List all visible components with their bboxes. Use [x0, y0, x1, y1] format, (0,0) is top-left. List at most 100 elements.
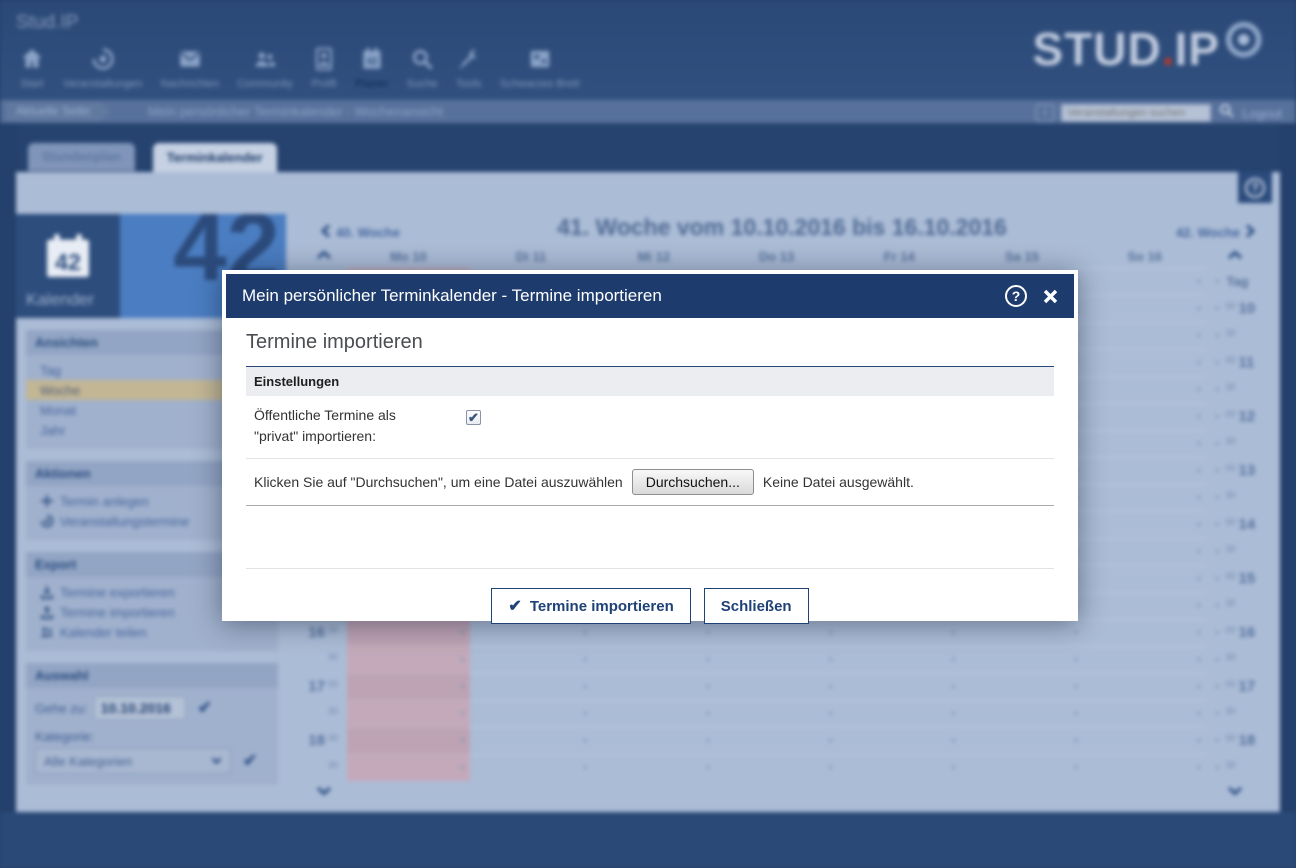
- logout-link[interactable]: Logout: [1242, 106, 1282, 121]
- add-appointment-icon[interactable]: +: [1196, 492, 1202, 504]
- close-icon[interactable]: [1043, 289, 1058, 304]
- add-appointment-icon[interactable]: +: [1214, 492, 1220, 504]
- add-appointment-icon[interactable]: +: [459, 681, 465, 693]
- day-header-mo[interactable]: Mo 10: [347, 249, 470, 264]
- calendar-cell[interactable]: +: [1083, 268, 1206, 295]
- scroll-up-left[interactable]: [300, 247, 347, 265]
- add-appointment-icon[interactable]: +: [1196, 357, 1202, 369]
- calendar-cell[interactable]: +: [838, 727, 961, 754]
- search-scope-icon[interactable]: i: [1036, 104, 1054, 122]
- day-header-so[interactable]: So 16: [1083, 249, 1206, 264]
- calendar-cell[interactable]: +: [1083, 700, 1206, 727]
- add-appointment-icon[interactable]: +: [1196, 708, 1202, 720]
- add-appointment-icon[interactable]: +: [1073, 708, 1079, 720]
- add-appointment-icon[interactable]: +: [1073, 627, 1079, 639]
- calendar-cell[interactable]: +: [1083, 376, 1206, 403]
- add-appointment-icon[interactable]: +: [1214, 519, 1220, 531]
- search-submit-icon[interactable]: [1218, 102, 1235, 124]
- calendar-cell[interactable]: +: [470, 754, 593, 781]
- add-appointment-icon[interactable]: +: [1196, 600, 1202, 612]
- scroll-down-right[interactable]: [1206, 783, 1264, 801]
- calendar-cell[interactable]: +: [838, 754, 961, 781]
- goto-date-input[interactable]: [94, 696, 186, 720]
- calendar-cell[interactable]: +: [961, 754, 1084, 781]
- add-appointment-icon[interactable]: +: [1196, 762, 1202, 774]
- add-appointment-icon[interactable]: +: [1214, 546, 1220, 558]
- add-appointment-icon[interactable]: +: [950, 762, 956, 774]
- nav-schwarzes-brett[interactable]: Schwarzes Brett: [491, 46, 589, 90]
- add-appointment-icon[interactable]: +: [1214, 681, 1220, 693]
- calendar-cell[interactable]: +: [1083, 295, 1206, 322]
- calendar-cell[interactable]: +: [1083, 430, 1206, 457]
- calendar-cell[interactable]: +: [347, 754, 470, 781]
- add-appointment-icon[interactable]: +: [705, 735, 711, 747]
- calendar-cell[interactable]: +: [1083, 565, 1206, 592]
- add-appointment-icon[interactable]: +: [1196, 411, 1202, 423]
- day-header-do[interactable]: Do 13: [715, 249, 838, 264]
- add-appointment-icon[interactable]: +: [827, 681, 833, 693]
- next-week-button[interactable]: 42. Woche: [1176, 224, 1256, 241]
- add-appointment-icon[interactable]: +: [1196, 654, 1202, 666]
- add-appointment-icon[interactable]: +: [1214, 276, 1220, 288]
- add-appointment-icon[interactable]: +: [582, 708, 588, 720]
- add-appointment-icon[interactable]: +: [1196, 303, 1202, 315]
- add-appointment-icon[interactable]: +: [582, 735, 588, 747]
- add-appointment-icon[interactable]: +: [950, 735, 956, 747]
- add-appointment-icon[interactable]: +: [1214, 573, 1220, 585]
- add-appointment-icon[interactable]: +: [827, 735, 833, 747]
- calendar-cell[interactable]: +: [347, 673, 470, 700]
- calendar-cell[interactable]: +: [592, 673, 715, 700]
- add-appointment-icon[interactable]: +: [582, 627, 588, 639]
- goto-submit-icon[interactable]: ✔: [198, 698, 212, 718]
- calendar-cell[interactable]: +: [470, 673, 593, 700]
- add-appointment-icon[interactable]: +: [705, 762, 711, 774]
- add-appointment-icon[interactable]: +: [459, 762, 465, 774]
- add-appointment-icon[interactable]: +: [1073, 762, 1079, 774]
- calendar-cell[interactable]: +: [1083, 511, 1206, 538]
- close-button[interactable]: Schließen: [704, 588, 809, 624]
- calendar-cell[interactable]: +: [1083, 646, 1206, 673]
- add-appointment-icon[interactable]: +: [582, 762, 588, 774]
- add-appointment-icon[interactable]: +: [705, 627, 711, 639]
- import-submit-button[interactable]: ✔ Termine importieren: [491, 588, 690, 624]
- add-appointment-icon[interactable]: +: [1214, 627, 1220, 639]
- calendar-cell[interactable]: +: [592, 727, 715, 754]
- add-appointment-icon[interactable]: +: [1214, 762, 1220, 774]
- add-appointment-icon[interactable]: +: [1073, 681, 1079, 693]
- add-appointment-icon[interactable]: +: [459, 708, 465, 720]
- calendar-cell[interactable]: +: [347, 700, 470, 727]
- add-appointment-icon[interactable]: +: [582, 654, 588, 666]
- add-appointment-icon[interactable]: +: [827, 762, 833, 774]
- add-appointment-icon[interactable]: +: [1214, 357, 1220, 369]
- nav-suche[interactable]: Suche: [397, 46, 446, 90]
- calendar-cell[interactable]: +: [592, 754, 715, 781]
- add-appointment-icon[interactable]: +: [1196, 465, 1202, 477]
- add-appointment-icon[interactable]: +: [1214, 384, 1220, 396]
- add-appointment-icon[interactable]: +: [1196, 519, 1202, 531]
- add-appointment-icon[interactable]: +: [459, 654, 465, 666]
- browse-button[interactable]: Durchsuchen...: [632, 469, 754, 495]
- day-header-sa[interactable]: Sa 15: [961, 249, 1084, 264]
- help-icon[interactable]: ?: [1005, 285, 1027, 307]
- add-appointment-icon[interactable]: +: [1214, 735, 1220, 747]
- calendar-cell[interactable]: +: [1083, 457, 1206, 484]
- add-appointment-icon[interactable]: +: [1196, 681, 1202, 693]
- search-input[interactable]: [1061, 104, 1211, 122]
- add-appointment-icon[interactable]: +: [1214, 411, 1220, 423]
- calendar-cell[interactable]: +: [715, 754, 838, 781]
- nav-profil[interactable]: Profil: [302, 46, 346, 90]
- add-appointment-icon[interactable]: +: [1214, 303, 1220, 315]
- calendar-cell[interactable]: +: [592, 700, 715, 727]
- calendar-cell[interactable]: +: [715, 646, 838, 673]
- calendar-cell[interactable]: +: [961, 646, 1084, 673]
- calendar-cell[interactable]: +: [838, 673, 961, 700]
- private-import-checkbox[interactable]: ✔: [466, 410, 481, 425]
- add-appointment-icon[interactable]: +: [1196, 573, 1202, 585]
- tab-terminkalender[interactable]: Terminkalender: [153, 143, 277, 172]
- calendar-cell[interactable]: +: [1083, 403, 1206, 430]
- calendar-cell[interactable]: +: [715, 700, 838, 727]
- scroll-up-right[interactable]: [1206, 247, 1264, 265]
- calendar-cell[interactable]: +: [1083, 349, 1206, 376]
- add-appointment-icon[interactable]: +: [1214, 438, 1220, 450]
- calendar-cell[interactable]: +: [347, 646, 470, 673]
